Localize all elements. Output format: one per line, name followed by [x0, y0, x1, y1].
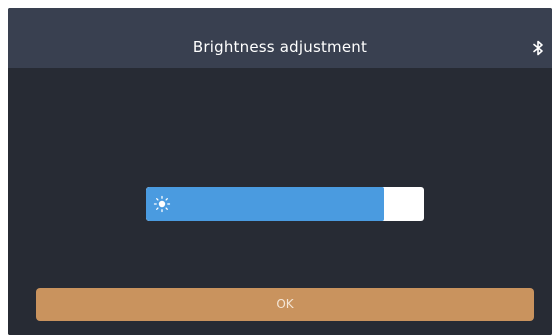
brightness-slider-fill[interactable]: [146, 187, 384, 221]
brightness-slider[interactable]: [146, 187, 424, 221]
content-area: OK: [8, 68, 552, 335]
brightness-screen: Brightness adjustment OK: [8, 8, 552, 335]
page-title: Brightness adjustment: [192, 38, 368, 56]
sun-icon: [153, 195, 171, 213]
ok-button[interactable]: OK: [36, 288, 534, 321]
bluetooth-icon: [533, 40, 543, 56]
header-bar: Brightness adjustment: [8, 8, 552, 68]
